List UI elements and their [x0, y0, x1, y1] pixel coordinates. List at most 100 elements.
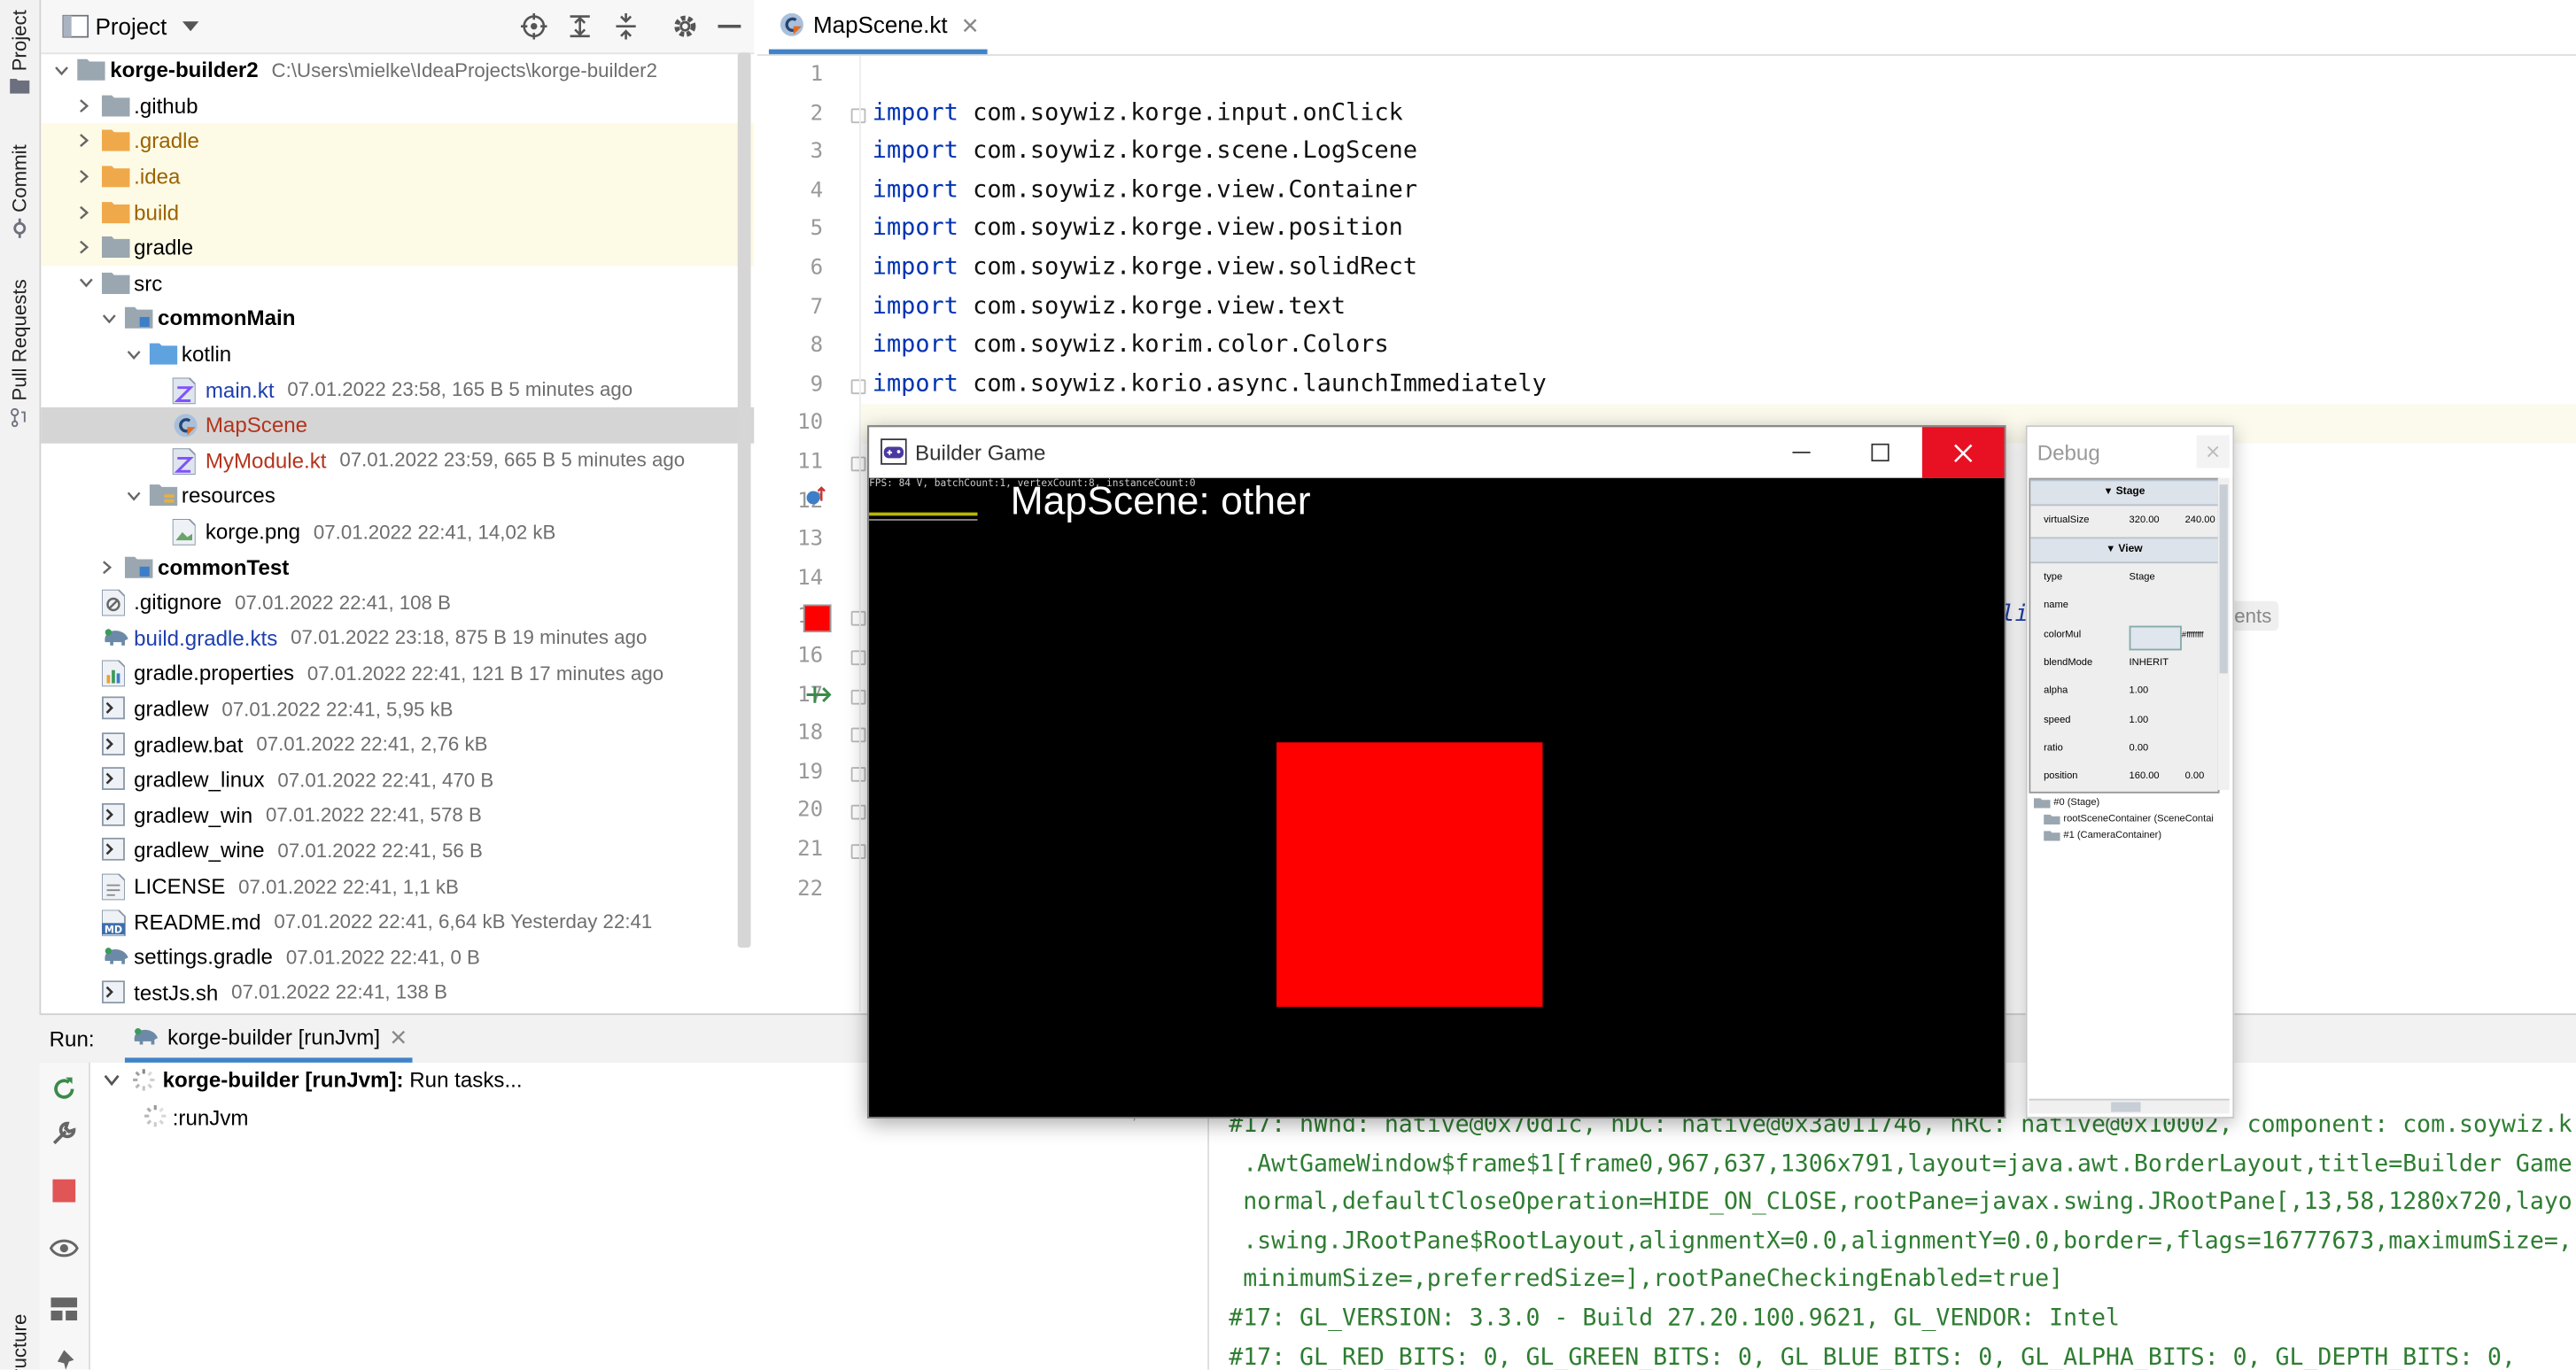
tree-item[interactable]: src — [41, 266, 754, 301]
close-icon[interactable] — [962, 17, 977, 32]
commit-tool-tab[interactable]: Commit — [0, 144, 40, 239]
eye-icon[interactable] — [49, 1237, 79, 1260]
solid-rect[interactable] — [1276, 742, 1543, 1007]
tree-item[interactable]: .gitignore 07.01.2022 22:41, 108 B — [41, 584, 754, 620]
debug-prop-value[interactable]: 0.00 — [2130, 735, 2149, 763]
project-tool-tab[interactable]: Project — [0, 10, 40, 95]
project-panel-header: Project — [41, 0, 755, 55]
tree-item[interactable]: korge.png 07.01.2022 22:41, 14,02 kB — [41, 514, 754, 549]
run-gutter-icon[interactable] — [805, 486, 826, 507]
game-window[interactable]: Builder Game FPS: 84 V, batchCount:1, ve… — [867, 425, 2006, 1118]
debug-prop-value[interactable]: Stage — [2130, 565, 2155, 593]
line-number: 13 — [797, 527, 824, 553]
debug-prop-value[interactable]: 0.00 — [2185, 764, 2205, 792]
rerun-icon[interactable] — [50, 1076, 77, 1103]
debug-prop-value[interactable]: 1.00 — [2130, 678, 2149, 707]
chevron-down-icon[interactable] — [78, 278, 97, 289]
tree-item[interactable]: korge-builder2 C:\Users\mielke\IdeaProjec… — [41, 52, 754, 88]
line-number: 20 — [797, 799, 824, 824]
stop-icon[interactable] — [52, 1179, 76, 1203]
tree-item[interactable]: build.gradle.kts 07.01.2022 23:18, 875 B … — [41, 620, 754, 655]
tree-item[interactable]: testJs.sh 07.01.2022 22:41, 138 B — [41, 975, 754, 1010]
chevron-right-icon[interactable] — [78, 240, 97, 255]
color-swatch-button[interactable] — [2129, 624, 2182, 650]
tree-item[interactable]: LICENSE 07.01.2022 22:41, 1,1 kB — [41, 869, 754, 904]
tree-item[interactable]: MD README.md 07.01.2022 22:41, 6,64 kB Yes… — [41, 904, 754, 940]
debug-close-button[interactable] — [2196, 435, 2230, 468]
tree-item[interactable]: .idea — [41, 159, 755, 195]
folder-icon — [101, 271, 129, 296]
tree-item[interactable]: MapScene — [41, 406, 755, 443]
tree-item[interactable]: main.kt 07.01.2022 23:58, 165 B 5 minutes… — [41, 372, 754, 407]
debug-horizontal-scrollbar[interactable] — [2029, 1098, 2230, 1114]
console-line: #17: GL_RED_BITS: 0, GL_GREEN_BITS: 0, G… — [1229, 1344, 2516, 1370]
tree-item[interactable]: kotlin — [41, 337, 754, 372]
minimize-button[interactable] — [1761, 427, 1840, 477]
tree-item[interactable]: gradle — [41, 229, 755, 266]
collapse-all-icon[interactable] — [613, 12, 640, 40]
chevron-down-icon[interactable] — [102, 313, 121, 324]
debug-prop-value[interactable]: 1.00 — [2130, 707, 2149, 735]
structure-tool-tab[interactable]: Structure — [0, 1314, 40, 1370]
close-window-button[interactable] — [1921, 427, 2005, 478]
tree-item[interactable]: commonTest — [41, 549, 754, 584]
chevron-down-icon[interactable] — [126, 349, 145, 360]
close-icon[interactable] — [392, 1029, 407, 1044]
tree-item[interactable]: gradlew_linux 07.01.2022 22:41, 470 B — [41, 762, 754, 798]
project-panel-title[interactable]: Project — [96, 13, 167, 40]
tree-item[interactable]: resources — [41, 478, 754, 514]
tree-item-meta: 07.01.2022 22:41, 578 B — [266, 803, 482, 827]
tree-item[interactable]: gradle.properties 07.01.2022 22:41, 121 B… — [41, 655, 754, 691]
run-tab[interactable]: korge-builder [runJvm] — [124, 1015, 414, 1063]
chevron-right-icon[interactable] — [78, 169, 97, 184]
tree-item[interactable]: .gradle — [41, 123, 755, 159]
chevron-down-icon[interactable] — [182, 21, 199, 32]
chevron-right-icon[interactable] — [78, 134, 97, 149]
tree-item[interactable]: commonMain — [41, 301, 754, 337]
layout-icon[interactable] — [50, 1297, 78, 1321]
debug-tree-node[interactable]: #1 (CameraContainer) — [2044, 830, 2161, 841]
tree-item[interactable]: gradlew_win 07.01.2022 22:41, 578 B — [41, 798, 754, 833]
project-tree-scrollbar[interactable] — [737, 52, 751, 948]
debug-window[interactable]: Debug ▼ Stage virtualSize 320.00 240.00 … — [2025, 425, 2235, 1118]
tree-item[interactable]: .github — [41, 88, 754, 123]
tree-item-name: build — [134, 199, 180, 225]
editor-tab-mapscene[interactable]: MapScene.kt — [768, 0, 988, 55]
game-window-titlebar[interactable]: Builder Game — [869, 427, 2005, 478]
debug-prop-value[interactable]: 320.00 — [2130, 507, 2160, 536]
hide-panel-icon[interactable] — [718, 24, 741, 28]
pull-requests-tool-tab[interactable]: Pull Requests — [0, 279, 40, 428]
debug-prop-value[interactable]: 160.00 — [2130, 764, 2160, 792]
debug-section-stage[interactable]: ▼ Stage — [2030, 479, 2218, 507]
debug-scrollbar[interactable] — [2217, 477, 2230, 791]
debug-tree-node[interactable]: rootSceneContainer (SceneContai — [2044, 813, 2214, 824]
chevron-down-icon[interactable] — [104, 1074, 120, 1087]
tree-item[interactable]: settings.gradle 07.01.2022 22:41, 0 B — [41, 940, 754, 975]
chevron-down-icon[interactable] — [126, 491, 145, 501]
tree-item-name: gradlew_win — [134, 802, 253, 828]
locate-icon[interactable] — [520, 12, 547, 40]
debug-tree-node[interactable]: #0 (Stage) — [2033, 796, 2099, 809]
debug-section-view[interactable]: ▼ View — [2030, 537, 2218, 564]
tree-item[interactable]: MyModule.kt 07.01.2022 23:59, 665 B 5 min… — [41, 443, 754, 478]
run-subtask[interactable]: :runJvm — [173, 1105, 249, 1130]
debug-prop-value[interactable]: #ffffffff — [2182, 622, 2204, 650]
tree-item[interactable]: gradlew_wine 07.01.2022 22:41, 56 B — [41, 833, 754, 869]
chevron-down-icon[interactable] — [54, 66, 74, 75]
gear-icon[interactable] — [672, 13, 699, 40]
tree-item[interactable]: build — [41, 194, 755, 230]
chevron-right-icon[interactable] — [78, 98, 97, 113]
maximize-button[interactable] — [1840, 427, 1919, 477]
tree-item[interactable]: gradlew.bat 07.01.2022 22:41, 2,76 kB — [41, 726, 754, 762]
debug-prop-value[interactable]: 240.00 — [2185, 507, 2215, 536]
color-preview-swatch[interactable] — [803, 604, 832, 633]
line-number: 11 — [797, 450, 824, 475]
expand-all-icon[interactable] — [567, 13, 594, 40]
chevron-right-icon[interactable] — [78, 205, 97, 220]
chevron-right-icon[interactable] — [102, 560, 121, 575]
wrench-icon[interactable] — [50, 1120, 77, 1147]
debug-prop-value[interactable]: INHERIT — [2130, 650, 2169, 678]
tree-item[interactable]: gradlew 07.01.2022 22:41, 5,95 kB — [41, 691, 754, 726]
pin-icon[interactable] — [50, 1350, 77, 1370]
debug-window-titlebar[interactable]: Debug — [2027, 427, 2233, 476]
